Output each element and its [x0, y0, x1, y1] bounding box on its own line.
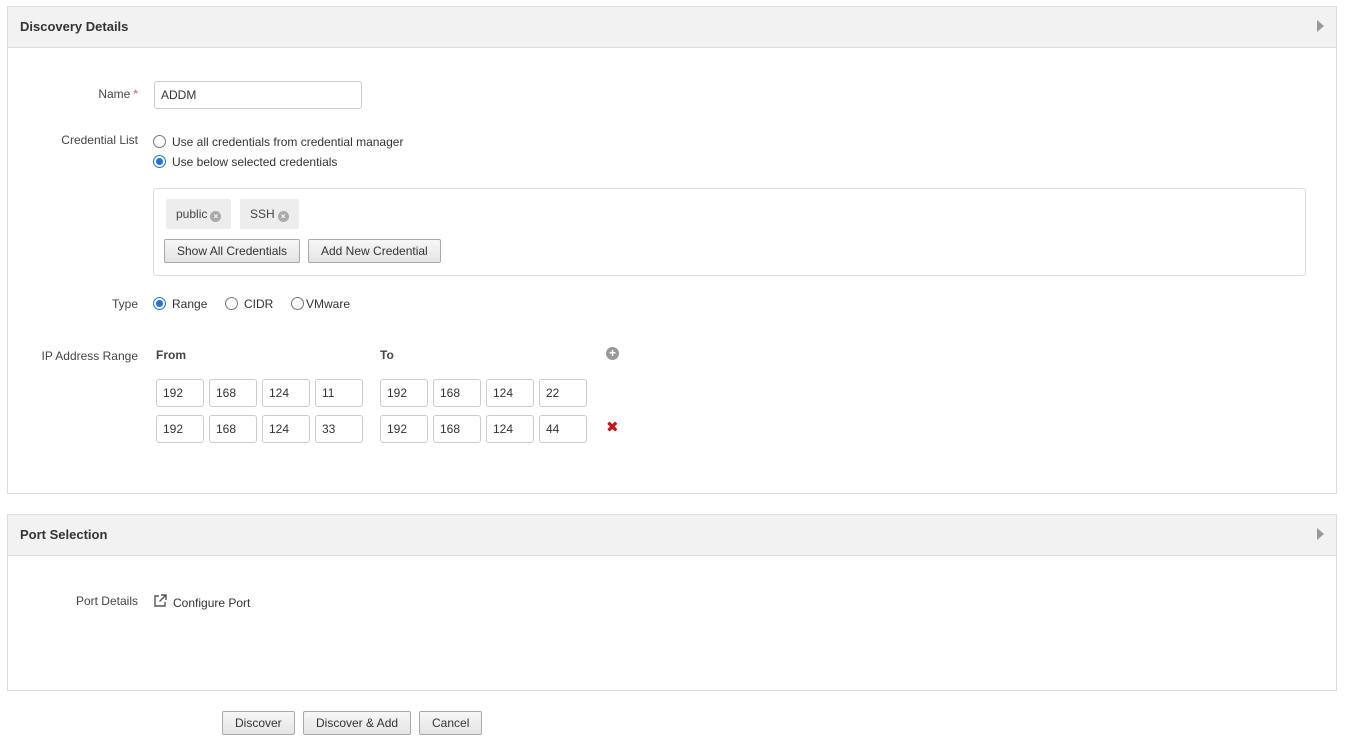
cred-selected-label[interactable]: Use below selected credentials	[172, 155, 337, 169]
port-selection-header[interactable]: Port Selection	[8, 515, 1336, 556]
cred-selected-radio[interactable]	[153, 155, 166, 168]
credential-tag-label: SSH	[250, 207, 275, 221]
credential-tag-public: public ×	[166, 199, 232, 229]
remove-credential-icon[interactable]: ×	[277, 211, 289, 222]
configure-port-link[interactable]: Configure Port	[173, 596, 250, 610]
cred-all-label[interactable]: Use all credentials from credential mana…	[172, 135, 403, 149]
type-vmware-radio[interactable]	[291, 297, 304, 310]
from-octet-1[interactable]	[156, 379, 204, 407]
to-octet-1[interactable]	[380, 415, 428, 443]
from-octet-4[interactable]	[315, 415, 363, 443]
credential-list-label: Credential List	[61, 133, 138, 147]
discovery-details-title: Discovery Details	[20, 19, 129, 34]
from-octet-2[interactable]	[209, 415, 257, 443]
show-all-credentials-button[interactable]: Show All Credentials	[164, 239, 301, 263]
cancel-button[interactable]: Cancel	[419, 711, 483, 735]
type-range-radio[interactable]	[153, 297, 166, 310]
to-octet-3[interactable]	[486, 415, 534, 443]
from-column-header: From	[156, 348, 186, 362]
credential-tag-label: public	[176, 207, 208, 221]
required-asterisk: *	[133, 87, 138, 101]
from-octet-1[interactable]	[156, 415, 204, 443]
delete-range-icon[interactable]: ✖	[606, 420, 619, 435]
type-label: Type	[111, 297, 138, 311]
discovery-details-header[interactable]: Discovery Details	[8, 7, 1336, 48]
to-octet-1[interactable]	[380, 379, 428, 407]
credentials-box: public × SSH × Show All Credentials Add Ne…	[153, 188, 1306, 276]
type-vmware-label[interactable]: VMware	[306, 297, 350, 311]
add-new-credential-button[interactable]: Add New Credential	[308, 239, 441, 263]
name-label-text: Name	[98, 87, 131, 101]
discover-button[interactable]: Discover	[222, 711, 295, 735]
add-range-icon[interactable]: +	[606, 347, 619, 360]
credential-tag-ssh: SSH ×	[240, 199, 299, 229]
port-selection-panel: Port Selection Port Details Configure Po…	[7, 514, 1337, 691]
external-link-icon[interactable]	[153, 594, 167, 608]
expand-arrow-icon[interactable]	[1317, 528, 1324, 540]
from-octet-3[interactable]	[262, 415, 310, 443]
discover-and-add-button[interactable]: Discover & Add	[303, 711, 412, 735]
name-input[interactable]	[154, 81, 362, 109]
port-details-label: Port Details	[75, 594, 138, 608]
to-column-header: To	[380, 348, 394, 362]
expand-arrow-icon[interactable]	[1317, 20, 1324, 32]
discovery-details-panel: Discovery Details Name* Credential List …	[7, 6, 1337, 494]
type-range-label[interactable]: Range	[172, 297, 207, 311]
type-cidr-radio[interactable]	[225, 297, 238, 310]
name-label: Name *	[0, 87, 138, 101]
from-octet-4[interactable]	[315, 379, 363, 407]
to-octet-3[interactable]	[486, 379, 534, 407]
from-octet-3[interactable]	[262, 379, 310, 407]
port-selection-title: Port Selection	[20, 527, 108, 542]
to-octet-4[interactable]	[539, 379, 587, 407]
remove-credential-icon[interactable]: ×	[210, 211, 222, 222]
to-octet-4[interactable]	[539, 415, 587, 443]
to-octet-2[interactable]	[433, 415, 481, 443]
cred-all-radio[interactable]	[153, 135, 166, 148]
type-cidr-label[interactable]: CIDR	[244, 297, 273, 311]
from-octet-2[interactable]	[209, 379, 257, 407]
to-octet-2[interactable]	[433, 379, 481, 407]
ip-address-range-label: IP Address Range	[41, 349, 138, 363]
